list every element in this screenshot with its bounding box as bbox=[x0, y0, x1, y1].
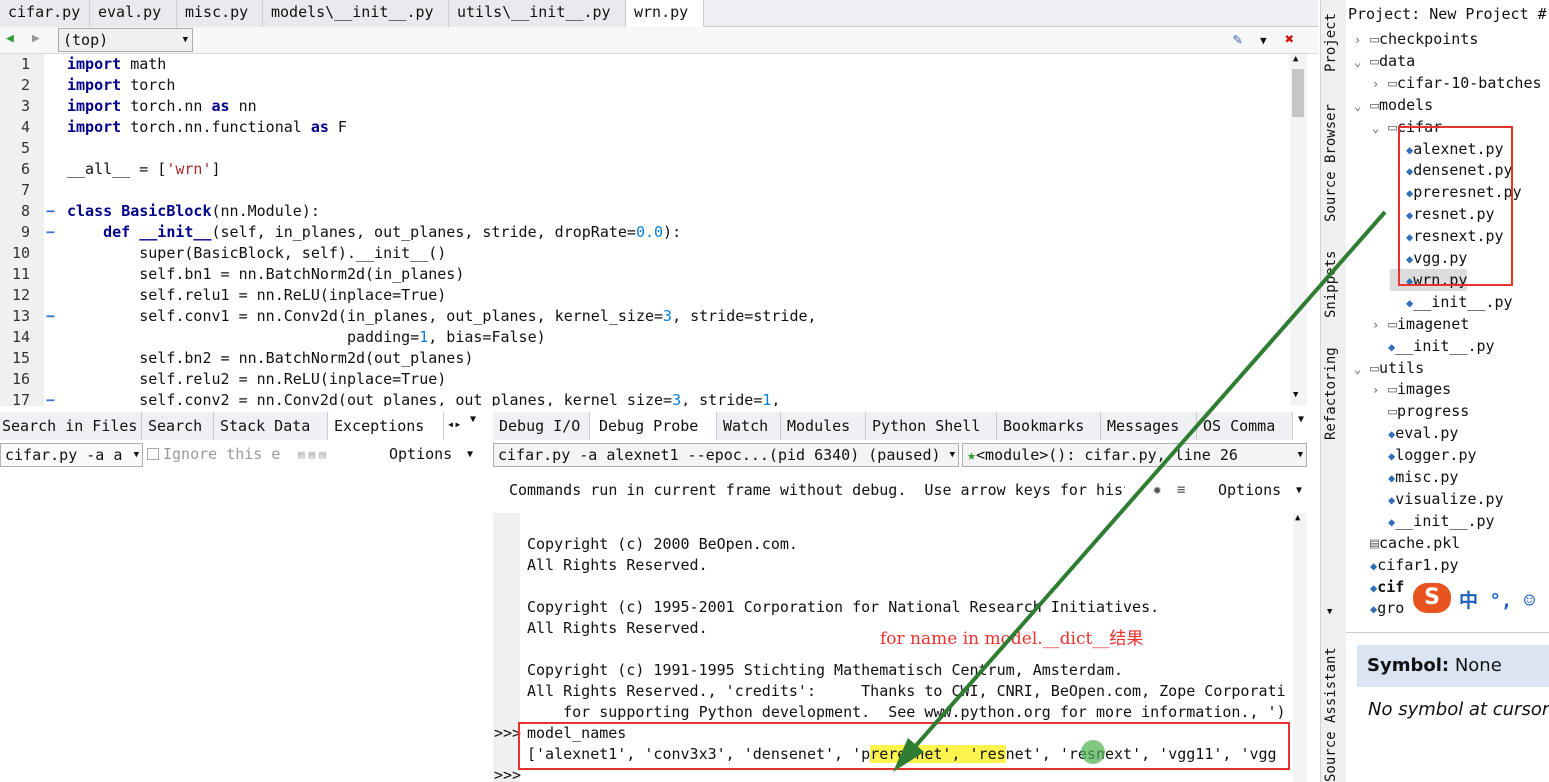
arrow-shaft bbox=[903, 210, 1387, 760]
cursor-marker bbox=[1081, 740, 1105, 764]
annotation-arrow bbox=[893, 210, 1387, 772]
